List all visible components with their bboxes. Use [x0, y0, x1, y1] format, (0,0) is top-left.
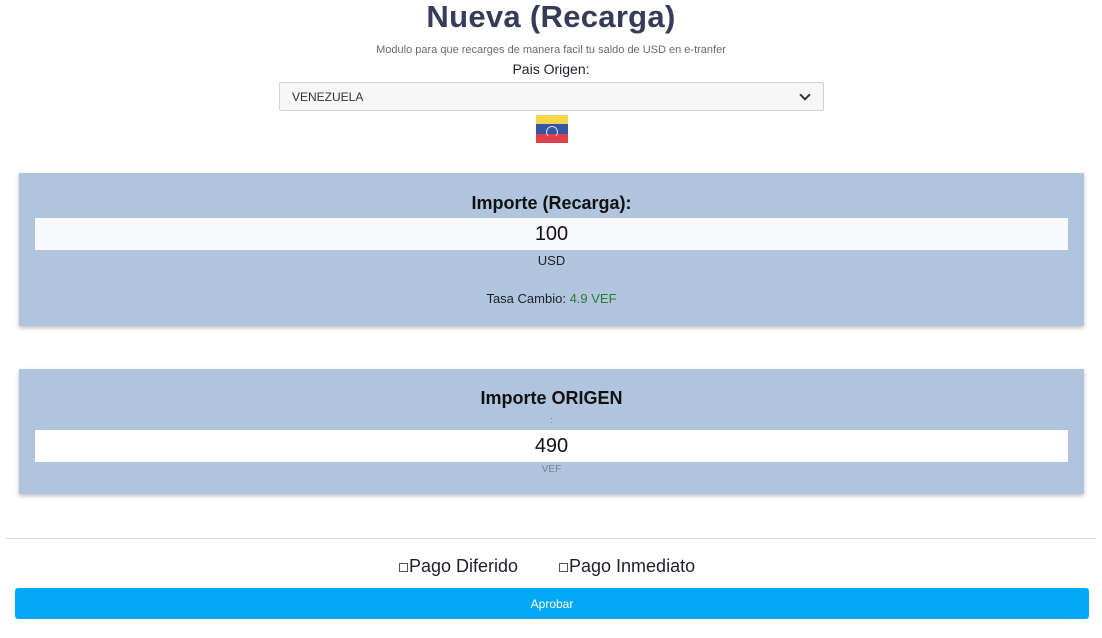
origin-country-value: VENEZUELA: [292, 89, 364, 104]
origin-amount-title: Importe ORIGEN: [480, 388, 623, 408]
payment-deferred-option[interactable]: Pago Diferido: [399, 555, 518, 577]
origin-country-label: Pais Origen:: [512, 61, 590, 77]
venezuela-flag-icon: [536, 115, 568, 143]
origin-country-select[interactable]: VENEZUELA: [279, 82, 824, 111]
recharge-amount-card: Importe (Recarga): 100 USD Tasa Cambio: …: [19, 173, 1084, 326]
origin-amount-separator: :: [550, 415, 553, 425]
payment-immediate-checkbox[interactable]: [559, 562, 568, 572]
recharge-currency: USD: [537, 253, 566, 268]
approve-button[interactable]: Aprobar: [15, 588, 1089, 619]
exchange-rate: Tasa Cambio: 4.9 VEF: [19, 291, 1084, 306]
exchange-rate-value: 4.9 VEF: [569, 291, 617, 306]
payment-deferred-checkbox[interactable]: [399, 562, 408, 572]
chevron-down-icon: [799, 88, 811, 101]
page-title: Nueva (Recarga): [426, 0, 676, 34]
payment-deferred-label: Pago Diferido: [409, 555, 519, 576]
recharge-amount-input[interactable]: 100: [35, 218, 1068, 250]
origin-currency: VEF: [541, 464, 562, 475]
exchange-rate-label: Tasa Cambio:: [486, 291, 566, 306]
origin-amount-input[interactable]: 490: [35, 430, 1068, 462]
payment-immediate-label: Pago Inmediato: [569, 555, 696, 576]
recharge-amount-title: Importe (Recarga):: [471, 193, 632, 213]
page-subtitle: Modulo para que recarges de manera facil…: [376, 44, 726, 56]
divider: [6, 538, 1096, 539]
origin-amount-card: Importe ORIGEN : 490 VEF: [19, 369, 1084, 494]
payment-immediate-option[interactable]: Pago Inmediato: [559, 555, 695, 577]
